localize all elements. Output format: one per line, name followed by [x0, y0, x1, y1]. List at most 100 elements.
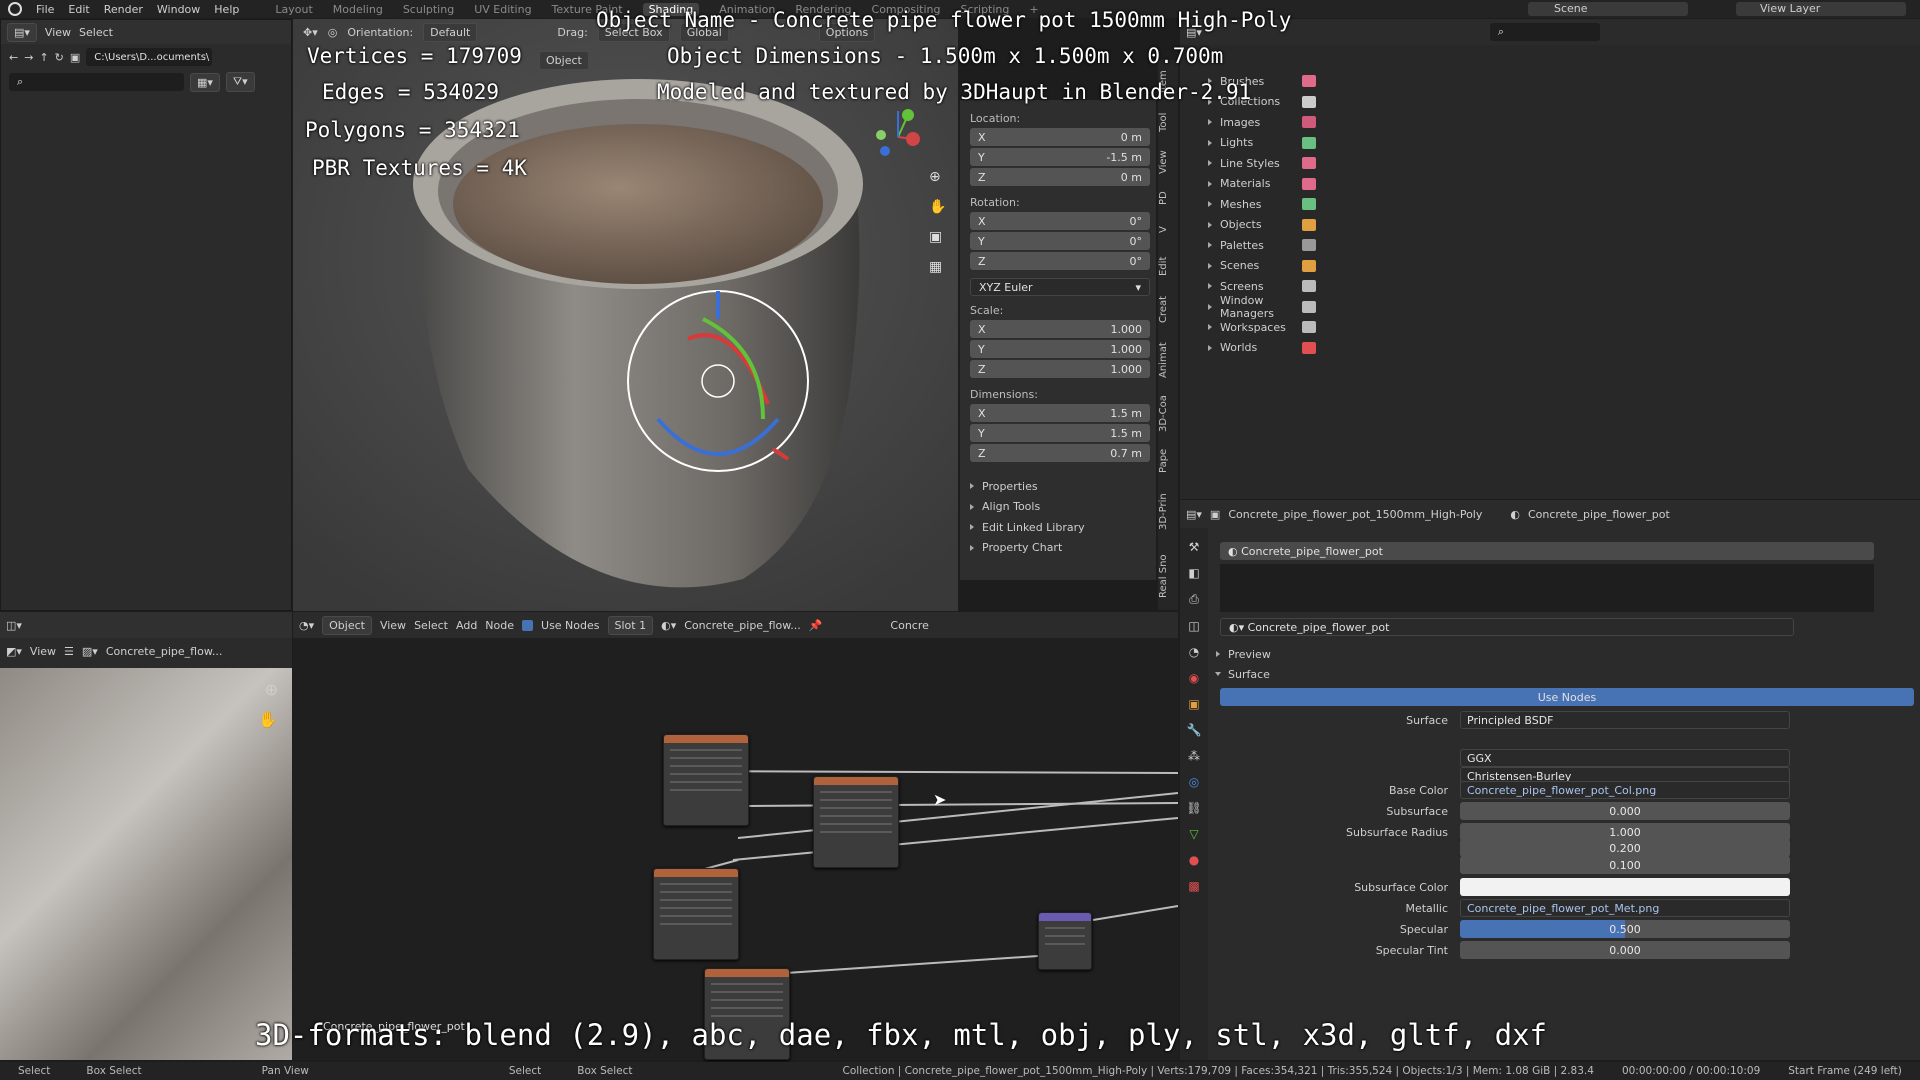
location-z-field[interactable]: Z 0 m — [970, 168, 1150, 186]
dimensions-y-field[interactable]: Y 1.5 m — [970, 424, 1150, 442]
expand-arrow-icon[interactable] — [1208, 139, 1212, 146]
forward-arrow-icon[interactable]: → — [24, 51, 33, 64]
fb-search-input[interactable]: ⌕ — [9, 73, 184, 91]
shader-type-dropdown[interactable]: Object — [322, 615, 372, 635]
render-tab-icon[interactable]: ◧ — [1188, 566, 1199, 580]
scale-x-field[interactable]: X 1.000 — [970, 320, 1150, 338]
image-editor-type-icon[interactable]: ◫▾ — [6, 619, 22, 632]
outliner-item-window-managers[interactable]: Window Managers — [1208, 294, 1316, 320]
prop-value-field[interactable] — [1460, 878, 1790, 896]
shader-select-menu[interactable]: Select — [414, 619, 448, 632]
path-field[interactable]: C:\Users\D...ocuments\ — [86, 48, 213, 66]
shader-editor-type-icon[interactable]: ◔▾ — [299, 619, 314, 632]
prop-value-field[interactable]: Concrete_pipe_flower_pot_Met.png — [1460, 899, 1790, 917]
rotation-z-field[interactable]: Z 0° — [970, 252, 1150, 270]
sidebar-tab-pape[interactable]: Pape — [1158, 443, 1176, 479]
sidebar-tab-animat[interactable]: Animat — [1158, 335, 1176, 385]
dimensions-x-field[interactable]: X 1.5 m — [970, 404, 1150, 422]
outliner-item-images[interactable]: Images — [1208, 112, 1316, 133]
prop-value-field[interactable]: 0.000 — [1460, 802, 1790, 820]
expand-arrow-icon[interactable] — [1208, 180, 1212, 187]
menu-help[interactable]: Help — [214, 3, 239, 16]
menu-file[interactable]: File — [36, 3, 54, 16]
view-layer-selector[interactable]: View Layer — [1736, 2, 1906, 16]
outliner-search-input[interactable]: ⌕ — [1489, 23, 1600, 41]
sidebar-tab-pd[interactable]: PD — [1158, 184, 1176, 212]
rotation-x-field[interactable]: X 0° — [970, 212, 1150, 230]
orientation-dropdown[interactable]: Default — [423, 22, 478, 42]
section-properties[interactable]: Properties — [970, 476, 1150, 497]
expand-arrow-icon[interactable] — [1208, 221, 1212, 228]
section-property-chart[interactable]: Property Chart — [970, 538, 1150, 559]
slot-dropdown[interactable]: Slot 1 — [607, 615, 654, 635]
tool-tab-icon[interactable]: ⚒ — [1189, 540, 1200, 554]
image-view-menu[interactable]: View — [30, 645, 56, 658]
expand-arrow-icon[interactable] — [1208, 262, 1212, 269]
expand-arrow-icon[interactable] — [1208, 283, 1212, 290]
image-editor-icon[interactable]: ◩▾ — [6, 645, 22, 658]
output-tab-icon[interactable]: ⎙ — [1189, 592, 1199, 607]
expand-arrow-icon[interactable] — [1208, 201, 1212, 208]
rotation-y-field[interactable]: Y 0° — [970, 232, 1150, 250]
use-nodes-button[interactable]: Use Nodes — [1220, 688, 1914, 706]
section-edit-linked-library[interactable]: Edit Linked Library — [970, 517, 1150, 538]
breadcrumb-object[interactable]: Concrete_pipe_flower_pot_1500mm_High-Pol… — [1228, 508, 1482, 521]
grid-icon[interactable]: ▦ — [929, 259, 946, 275]
display-mode-icon[interactable]: ▦▾ — [190, 72, 220, 92]
normal-map-node[interactable] — [1038, 912, 1092, 970]
shader-add-menu[interactable]: Add — [456, 619, 477, 632]
expand-arrow-icon[interactable] — [1208, 324, 1212, 331]
material-slot-list[interactable] — [1220, 564, 1874, 612]
editor-type-button[interactable]: ▤▾ — [7, 22, 37, 42]
outliner-item-materials[interactable]: Materials — [1208, 174, 1316, 195]
new-folder-icon[interactable]: ▣ — [70, 51, 80, 64]
zoom-icon[interactable]: ⊕ — [265, 680, 278, 699]
outliner-item-meshes[interactable]: Meshes — [1208, 194, 1316, 215]
scene-selector[interactable]: Scene — [1528, 2, 1688, 16]
prop-value-field[interactable]: Concrete_pipe_flower_pot_Col.png — [1460, 781, 1790, 799]
blender-logo-icon[interactable] — [8, 2, 22, 16]
expand-arrow-icon[interactable] — [1208, 344, 1212, 351]
prop-value-field[interactable]: 0.000 — [1460, 941, 1790, 959]
outliner-item-lights[interactable]: Lights — [1208, 133, 1316, 154]
breadcrumb-material[interactable]: Concrete_pipe_flower_pot — [1528, 508, 1670, 521]
texture-preview-image[interactable]: ⊕ ✋ — [0, 668, 292, 1060]
fb-select-menu[interactable]: Select — [79, 26, 113, 39]
expand-arrow-icon[interactable] — [1208, 242, 1212, 249]
use-nodes-checkbox[interactable] — [522, 619, 534, 631]
menu-edit[interactable]: Edit — [68, 3, 89, 16]
material-name-field[interactable]: Concrete_pipe_flow... — [684, 619, 800, 632]
sidebar-tab-edit[interactable]: Edit — [1158, 248, 1176, 284]
back-arrow-icon[interactable]: ← — [9, 51, 18, 64]
expand-arrow-icon[interactable] — [1208, 303, 1212, 310]
sidebar-tab-creat[interactable]: Creat — [1158, 288, 1176, 331]
outliner-item-worlds[interactable]: Worlds — [1208, 338, 1316, 359]
expand-arrow-icon[interactable] — [1208, 119, 1212, 126]
shader-editor-panel[interactable]: ◔▾ Object View Select Add Node Use Nodes… — [293, 612, 1178, 1060]
location-y-field[interactable]: Y -1.5 m — [970, 148, 1150, 166]
transform-tool-icon[interactable]: ✥▾ — [303, 26, 318, 39]
outliner-item-objects[interactable]: Objects — [1208, 215, 1316, 236]
sidebar-tab-tool[interactable]: Tool — [1158, 104, 1176, 140]
refresh-icon[interactable]: ↻ — [55, 51, 64, 64]
tab-layout[interactable]: Layout — [275, 3, 312, 16]
pan-hand-icon[interactable]: ✋ — [258, 710, 278, 729]
scene-tab-icon[interactable]: ◔ — [1189, 645, 1199, 659]
shader-view-menu[interactable]: View — [380, 619, 406, 632]
section-align-tools[interactable]: Align Tools — [970, 497, 1150, 518]
view-layer-tab-icon[interactable]: ◫ — [1188, 619, 1199, 633]
parent-dir-icon[interactable]: ↑ — [39, 51, 48, 64]
material-name-field[interactable]: ◐▾ Concrete_pipe_flower_pot — [1220, 618, 1794, 636]
menu-window[interactable]: Window — [157, 3, 200, 16]
zoom-icon[interactable]: ⊕ — [929, 169, 946, 185]
image-texture-node[interactable] — [663, 734, 749, 826]
tab-uv-editing[interactable]: UV Editing — [474, 3, 531, 16]
tab-modeling[interactable]: Modeling — [333, 3, 383, 16]
prop-value-field[interactable]: 0.100 — [1460, 856, 1790, 874]
object-menu[interactable]: Object — [539, 51, 589, 70]
material-slot-item[interactable]: ◐ Concrete_pipe_flower_pot — [1220, 542, 1874, 560]
prop-value-field[interactable]: Principled BSDF — [1460, 711, 1790, 729]
outliner-item-line-styles[interactable]: Line Styles — [1208, 153, 1316, 174]
menu-lines-icon[interactable]: ☰ — [64, 645, 74, 658]
surface-section[interactable]: Surface — [1215, 664, 1270, 685]
